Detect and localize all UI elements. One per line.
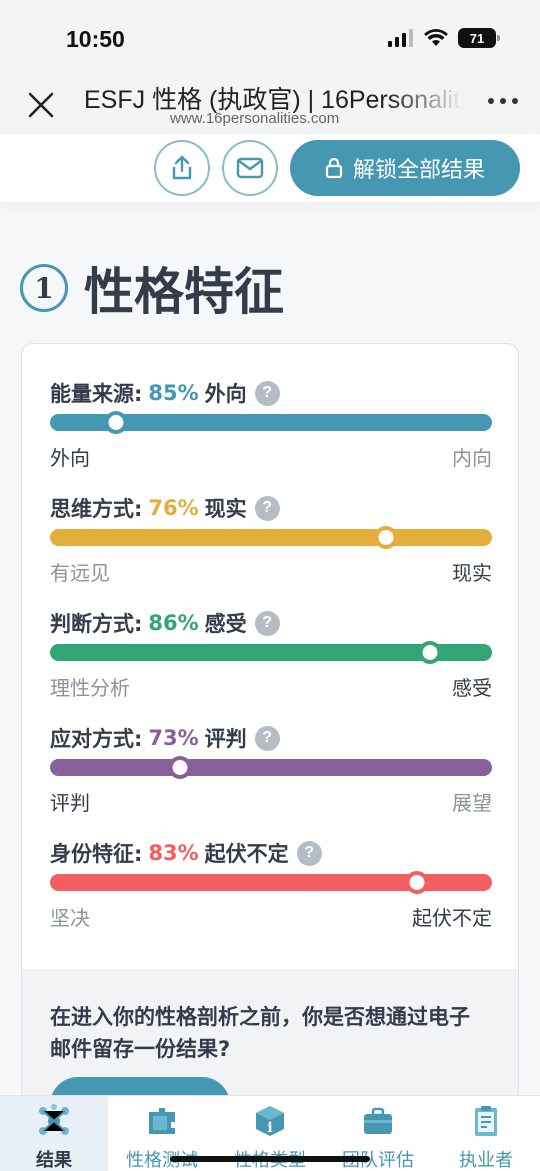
trait-right-label: 展望 [452, 791, 492, 815]
wifi-icon [424, 29, 448, 46]
unlock-label: 解锁全部结果 [352, 158, 485, 183]
trait-right-label: 现实 [452, 561, 492, 585]
svg-text:i: i [267, 1120, 272, 1136]
signal-icon [388, 29, 413, 47]
trait-category: 判断方式: [50, 612, 143, 636]
help-icon[interactable]: ? [254, 725, 280, 751]
trait-percent: 73% [148, 726, 199, 750]
trait-bar[interactable] [50, 411, 492, 434]
email-prompt: 在进入你的性格剖析之前，你是否想通过电子邮件留存一份结果? [50, 1005, 470, 1061]
nav-label: 结果 [36, 1150, 72, 1171]
trait-label: 判断方式: 86% 感受? [50, 608, 280, 638]
trait-left-label: 评判 [50, 791, 90, 815]
traits-card: 能量来源: 85% 外向? 外向 内向 思维方式: 76% 现实? 有远见 现实 判断方式: 86% 感… [21, 343, 519, 1103]
trait-bar[interactable] [50, 641, 492, 664]
section-heading: 1 性格特征 [20, 252, 284, 324]
trait-row: 应对方式: 73% 评判? 评判 展望 [50, 723, 492, 823]
trait-percent: 76% [148, 496, 199, 520]
share-button[interactable] [154, 140, 210, 196]
trait-right-label: 起伏不定 [412, 906, 492, 930]
help-icon[interactable]: ? [296, 840, 322, 866]
status-icons: 71 [388, 28, 500, 48]
trait-bar[interactable] [50, 756, 492, 779]
trait-bar[interactable] [50, 526, 492, 549]
trait-label: 能量来源: 85% 外向? [50, 378, 280, 408]
trait-percent: 86% [148, 611, 199, 635]
trait-category: 思维方式: [50, 497, 143, 521]
trait-row: 判断方式: 86% 感受? 理性分析 感受 [50, 608, 492, 708]
trait-label: 身份特征: 83% 起伏不定? [50, 838, 322, 868]
trait-left-label: 坚决 [50, 906, 90, 930]
help-icon[interactable]: ? [254, 610, 280, 636]
briefcase-icon [361, 1104, 395, 1138]
trait-right-label: 内向 [452, 446, 492, 470]
info-cube-icon: i [253, 1104, 287, 1138]
trait-side: 起伏不定 [204, 842, 289, 866]
trait-left-label: 外向 [50, 446, 90, 470]
trait-left-label: 有远见 [50, 561, 110, 585]
page-url: www.16personalities.com [170, 110, 340, 127]
email-button[interactable] [222, 140, 278, 196]
trait-side: 外向 [204, 382, 247, 406]
more-options-icon[interactable] [488, 98, 518, 104]
trait-slider-knob [168, 756, 192, 779]
trait-bar[interactable] [50, 871, 492, 894]
trait-category: 应对方式: [50, 727, 143, 751]
trait-right-label: 感受 [452, 676, 492, 700]
help-icon[interactable]: ? [254, 380, 280, 406]
trait-percent: 83% [148, 841, 199, 865]
trait-label: 思维方式: 76% 现实? [50, 493, 280, 523]
browser-bar: ESFJ 性格 (执政官) | 16Personalities www.16pe… [0, 72, 540, 134]
trait-side: 感受 [204, 612, 247, 636]
trait-label: 应对方式: 73% 评判? [50, 723, 280, 753]
status-time: 10:50 [66, 26, 125, 52]
help-icon[interactable]: ? [254, 495, 280, 521]
share-icon [172, 155, 192, 180]
trait-left-label: 理性分析 [50, 676, 130, 700]
trait-row: 身份特征: 83% 起伏不定? 坚决 起伏不定 [50, 838, 492, 938]
mail-icon [236, 157, 264, 179]
trait-slider-knob [104, 411, 128, 434]
trait-slider-knob [405, 871, 429, 894]
clipboard-icon [469, 1104, 503, 1138]
trait-row: 思维方式: 76% 现实? 有远见 现实 [50, 493, 492, 593]
trait-side: 评判 [204, 727, 247, 751]
trait-slider-knob [374, 526, 398, 549]
trait-category: 身份特征: [50, 842, 143, 866]
molecule-icon [37, 1104, 71, 1138]
trait-side: 现实 [204, 497, 247, 521]
trait-row: 能量来源: 85% 外向? 外向 内向 [50, 378, 492, 478]
home-indicator [170, 1156, 370, 1162]
puzzle-icon [145, 1104, 179, 1138]
email-save-box: 在进入你的性格剖析之前，你是否想通过电子邮件留存一份结果? [22, 969, 518, 1102]
close-icon[interactable] [26, 90, 56, 120]
unlock-all-results-button[interactable]: 解锁全部结果 [290, 140, 520, 196]
section-title: 性格特征 [84, 263, 284, 321]
status-bar: 10:50 71 [0, 0, 540, 72]
trait-slider-knob [418, 641, 442, 664]
lock-icon [325, 157, 343, 179]
trait-category: 能量来源: [50, 382, 143, 406]
action-toolbar: 解锁全部结果 [0, 134, 540, 202]
nav-item[interactable]: 执业者 [432, 1096, 540, 1171]
battery-icon: 71 [458, 28, 500, 48]
trait-percent: 85% [148, 381, 199, 405]
section-number: 1 [20, 264, 68, 312]
nav-item[interactable]: 结果 [0, 1096, 108, 1171]
nav-label: 执业者 [459, 1150, 513, 1171]
